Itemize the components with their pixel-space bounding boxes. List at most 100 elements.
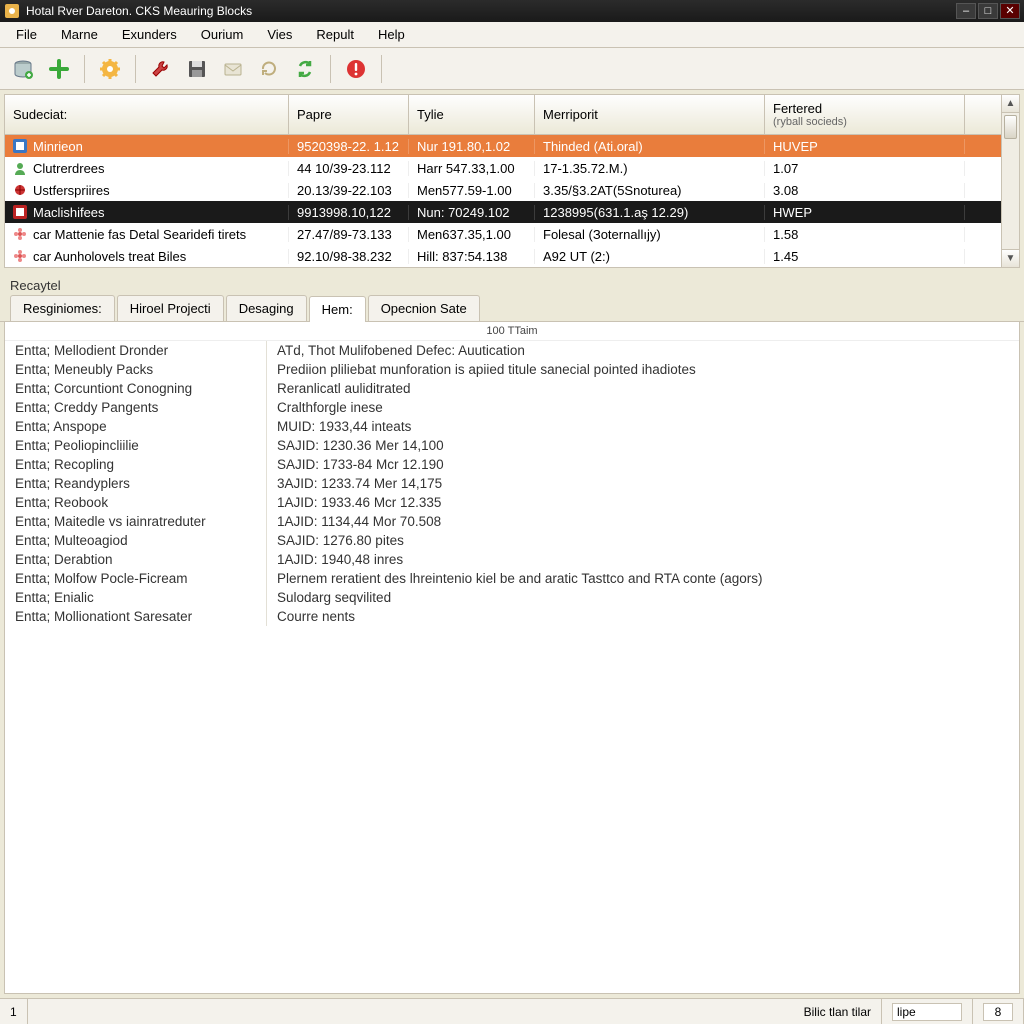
table-row[interactable]: Clutrerdrees44 10/39-23.112Harr 547.33,1… — [5, 157, 1019, 179]
toolbar-sep — [330, 55, 331, 83]
table-cell: Hill: 837:54.138 — [409, 249, 535, 264]
app-icon — [4, 3, 20, 19]
app-window: Hotal Rver Dareton. CKS Meauring Blocks … — [0, 0, 1024, 1024]
save-icon[interactable] — [182, 54, 212, 84]
menu-marne[interactable]: Marne — [51, 24, 108, 45]
detail-key: Entta; Maitedle vs iainratreduter — [5, 512, 267, 531]
status-input[interactable] — [892, 1003, 962, 1021]
table-cell: 1238995(631.1.aş 12.29) — [535, 205, 765, 220]
sync-icon[interactable] — [290, 54, 320, 84]
tab-0[interactable]: Resginiomes: — [10, 295, 115, 321]
detail-value: SAJID: 1733-84 Mcr 12.190 — [267, 455, 1019, 474]
menu-file[interactable]: File — [6, 24, 47, 45]
table-row[interactable]: car Mattenie fas Detal Searidefi tirets2… — [5, 223, 1019, 245]
column-header[interactable]: Sudeciat: — [5, 95, 289, 134]
table-row[interactable]: Ustferspriires20.13/39-22.103Men577.59-1… — [5, 179, 1019, 201]
column-header[interactable]: Tylie — [409, 95, 535, 134]
detail-value: Prediion pliliebat munforation is apiied… — [267, 360, 1019, 379]
scroll-thumb[interactable] — [1004, 115, 1017, 139]
table-cell: car Mattenie fas Detal Searidefi tirets — [5, 227, 289, 242]
detail-value: 3AJID: 1233.74 Mer 14,175 — [267, 474, 1019, 493]
menu-ourium[interactable]: Ourium — [191, 24, 254, 45]
table-row[interactable]: Minrieon9520398-22. 1.12Nur 191.80,1.02T… — [5, 135, 1019, 157]
alert-icon[interactable] — [341, 54, 371, 84]
list-scrollbar[interactable]: ▲ ▼ — [1001, 95, 1019, 267]
status-page-pane — [973, 999, 1024, 1024]
maximize-button[interactable]: □ — [978, 3, 998, 19]
column-header[interactable]: Merriporit — [535, 95, 765, 134]
bug-red-icon — [13, 183, 27, 197]
wrench-icon[interactable] — [146, 54, 176, 84]
detail-value: 1AJID: 1940,48 inres — [267, 550, 1019, 569]
flower-icon — [13, 249, 27, 263]
flower-icon — [13, 227, 27, 241]
table-cell: 1.58 — [765, 227, 965, 242]
detail-tabs: Resginiomes:Hiroel ProjectiDesagingHem:O… — [0, 295, 1024, 322]
table-cell: Men577.59-1.00 — [409, 183, 535, 198]
table-cell: Maclishifees — [5, 205, 289, 220]
table-cell: HWEP — [765, 205, 965, 220]
table-cell: 17-1.35.72.M.) — [535, 161, 765, 176]
detail-subheader: 100 TTaim — [5, 322, 1019, 341]
toolbar-sep — [381, 55, 382, 83]
scroll-down-icon[interactable]: ▼ — [1002, 249, 1019, 267]
table-row[interactable]: Maclishifees9913998.10,122Nun: 70249.102… — [5, 201, 1019, 223]
menu-vies[interactable]: Vies — [257, 24, 302, 45]
app-red-icon — [13, 205, 27, 219]
scroll-up-icon[interactable]: ▲ — [1002, 95, 1019, 113]
table-cell: 20.13/39-22.103 — [289, 183, 409, 198]
minimize-button[interactable]: – — [956, 3, 976, 19]
detail-panel: 100 TTaim Entta; Mellodient DronderATd, … — [4, 322, 1020, 994]
menu-exunders[interactable]: Exunders — [112, 24, 187, 45]
detail-key: Entta; Molfow Pocle-Ficream — [5, 569, 267, 588]
detail-key: Entta; Corcuntiont Conogning — [5, 379, 267, 398]
table-cell: HUVEP — [765, 139, 965, 154]
tab-1[interactable]: Hiroel Projecti — [117, 295, 224, 321]
detail-grid: Entta; Mellodient DronderATd, Thot Mulif… — [5, 341, 1019, 626]
detail-key: Entta; Anspope — [5, 417, 267, 436]
table-row[interactable]: car Aunholovels treat Biles92.10/98-38.2… — [5, 245, 1019, 267]
records-list-header: Sudeciat:PapreTylieMerriporitFertered(ry… — [5, 95, 1019, 135]
detail-value: ATd, Thot Mulifobened Defec: Auutication — [267, 341, 1019, 360]
table-cell: Nun: 70249.102 — [409, 205, 535, 220]
status-page-input[interactable] — [983, 1003, 1013, 1021]
database-icon[interactable] — [8, 54, 38, 84]
table-cell: Folesal (Зoternallıjy) — [535, 227, 765, 242]
app-icon — [13, 139, 27, 153]
table-cell: A92 UT (2:) — [535, 249, 765, 264]
scroll-track[interactable] — [1002, 113, 1019, 249]
detail-key: Entta; Derabtion — [5, 550, 267, 569]
tab-3[interactable]: Hem: — [309, 296, 366, 322]
detail-value: Reranlicatl auliditrated — [267, 379, 1019, 398]
mail-icon[interactable] — [218, 54, 248, 84]
table-cell: Minrieon — [5, 139, 289, 154]
plus-icon[interactable] — [44, 54, 74, 84]
detail-value: Cralthforgle inese — [267, 398, 1019, 417]
column-header[interactable]: Fertered(ryball socieds) — [765, 95, 965, 134]
detail-value: SAJID: 1230.36 Mer 14,100 — [267, 436, 1019, 455]
detail-value: Plernem reratient des lhreintenio kiel b… — [267, 569, 1019, 588]
status-right-label: Bilic tlan tilar — [794, 999, 882, 1024]
tab-2[interactable]: Desaging — [226, 295, 307, 321]
menu-help[interactable]: Help — [368, 24, 415, 45]
menu-repult[interactable]: Repult — [306, 24, 364, 45]
gear-icon[interactable] — [95, 54, 125, 84]
tab-4[interactable]: Opecnion Sate — [368, 295, 480, 321]
table-cell: 1.07 — [765, 161, 965, 176]
table-cell: Nur 191.80,1.02 — [409, 139, 535, 154]
table-cell: 9913998.10,122 — [289, 205, 409, 220]
detail-value: SAJID: 1276.80 pites — [267, 531, 1019, 550]
refresh-icon[interactable] — [254, 54, 284, 84]
table-cell: Men637.35,1.00 — [409, 227, 535, 242]
table-cell: Thinded (Ati.oral) — [535, 139, 765, 154]
table-cell: 3.08 — [765, 183, 965, 198]
table-cell: 9520398-22. 1.12 — [289, 139, 409, 154]
table-cell: Clutrerdrees — [5, 161, 289, 176]
close-button[interactable]: ✕ — [1000, 3, 1020, 19]
column-header[interactable]: Papre — [289, 95, 409, 134]
user-green-icon — [13, 161, 27, 175]
detail-key: Entta; Enialic — [5, 588, 267, 607]
section-label: Recaytel — [0, 272, 1024, 295]
detail-key: Entta; Reandyplers — [5, 474, 267, 493]
detail-key: Entta; Multeoagіod — [5, 531, 267, 550]
